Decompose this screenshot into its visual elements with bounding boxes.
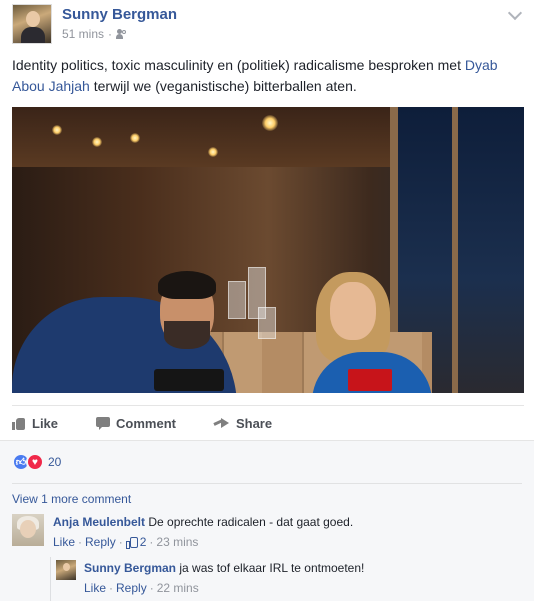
friends-icon[interactable] — [116, 29, 128, 39]
reactions-summary[interactable]: 👍︎ ♥ 20 — [12, 453, 61, 471]
action-bar: Like Comment Share — [12, 412, 524, 434]
comment-timestamp[interactable]: 23 mins — [156, 534, 198, 550]
post-text: Identity politics, toxic masculinity en … — [12, 55, 524, 97]
divider — [12, 405, 524, 406]
comment-reply: Sunny Bergman ja was tof elkaar IRL te o… — [56, 560, 364, 596]
comment: Anja Meulenbelt De oprechte radicalen - … — [12, 514, 353, 550]
reaction-count[interactable]: 20 — [48, 455, 61, 469]
chevron-down-icon[interactable] — [507, 5, 523, 21]
like-button[interactable]: Like — [12, 416, 58, 431]
reply-text: ja was tof elkaar IRL te ontmoeten! — [179, 561, 365, 575]
love-reaction-icon: ♥ — [26, 453, 44, 471]
post-timestamp[interactable]: 51 mins — [62, 27, 104, 41]
comment-reply-link[interactable]: Reply — [85, 534, 116, 550]
comment-meta: Like · Reply · 2 · 23 mins — [53, 534, 199, 550]
commenter-avatar[interactable] — [12, 514, 44, 546]
thumbs-up-icon — [12, 417, 26, 430]
comment-like-link[interactable]: Like — [53, 534, 75, 550]
view-more-comments-link[interactable]: View 1 more comment — [12, 492, 131, 506]
reply-reply-link[interactable]: Reply — [116, 580, 147, 596]
feedback-section: 👍︎ ♥ 20 View 1 more comment Anja Meulenb… — [0, 440, 534, 601]
comment-like-count[interactable]: 2 — [140, 534, 147, 550]
reply-author[interactable]: Sunny Bergman — [84, 561, 176, 575]
post-meta: 51 mins · — [62, 27, 128, 41]
author-name[interactable]: Sunny Bergman — [62, 6, 177, 23]
reply-thread-line — [50, 557, 51, 601]
post-header: Sunny Bergman 51 mins · — [12, 4, 523, 44]
comment-author[interactable]: Anja Meulenbelt — [53, 515, 145, 529]
post-text-after: terwijl we (veganistische) bitterballen … — [89, 78, 357, 94]
thumbs-up-icon — [125, 537, 138, 549]
author-avatar[interactable] — [12, 4, 52, 44]
reply-like-link[interactable]: Like — [84, 580, 106, 596]
comment-text: De oprechte radicalen - dat gaat goed. — [148, 515, 354, 529]
post-photo[interactable] — [12, 107, 524, 393]
comment-icon — [96, 416, 111, 430]
post-text-before: Identity politics, toxic masculinity en … — [12, 57, 465, 73]
replier-avatar[interactable] — [56, 560, 76, 580]
share-button[interactable]: Share — [214, 416, 272, 431]
reply-timestamp[interactable]: 22 mins — [157, 580, 199, 596]
reply-meta: Like · Reply · 22 mins — [84, 580, 199, 596]
comment-button[interactable]: Comment — [96, 416, 176, 431]
share-arrow-icon — [214, 417, 230, 429]
divider — [12, 483, 522, 484]
